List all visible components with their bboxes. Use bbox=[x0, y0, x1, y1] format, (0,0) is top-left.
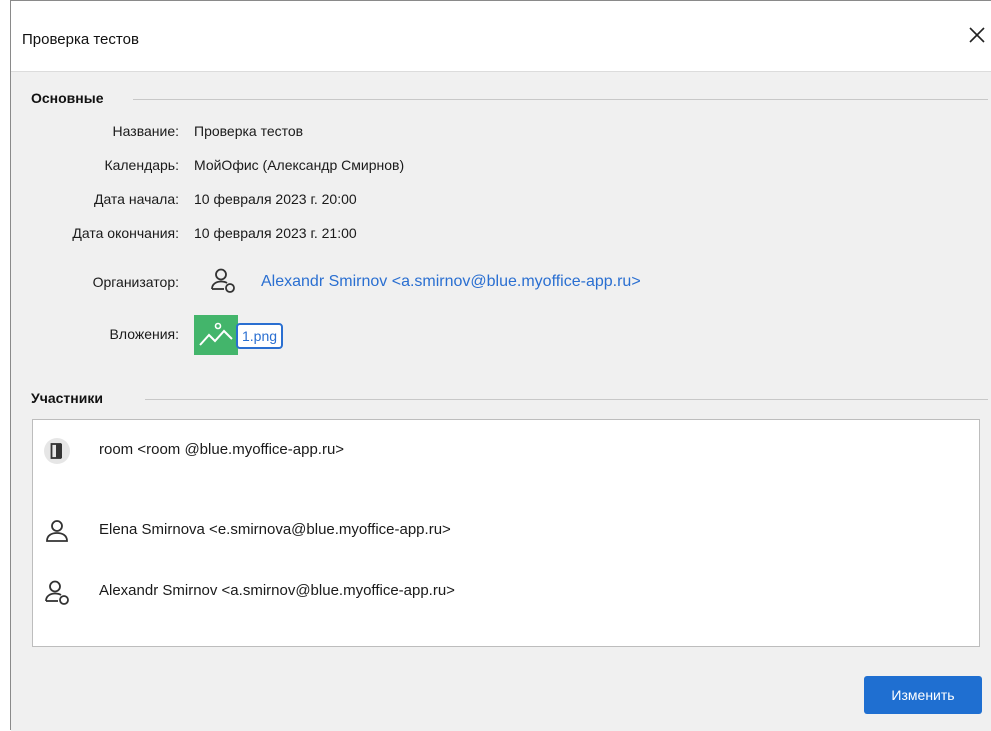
name-value: Проверка тестов bbox=[194, 123, 304, 139]
section-divider bbox=[133, 99, 988, 100]
end-date-value: 10 февраля 2023 г. 21:00 bbox=[194, 225, 357, 241]
section-main-heading: Основные bbox=[31, 90, 104, 106]
attachment-file-link[interactable]: 1.png bbox=[236, 323, 284, 349]
name-label: Название: bbox=[112, 123, 179, 139]
edit-button[interactable]: Изменить bbox=[864, 676, 982, 714]
end-date-label: Дата окончания: bbox=[72, 225, 179, 241]
organizer-icon bbox=[45, 580, 69, 605]
participant-person[interactable]: Elena Smirnova <e.smirnova@blue.myoffice… bbox=[33, 515, 979, 547]
calendar-value: МойОфис (Александр Смирнов) bbox=[194, 157, 405, 173]
image-glyph-icon bbox=[199, 322, 233, 346]
close-icon[interactable] bbox=[965, 23, 989, 47]
participant-organizer[interactable]: Alexandr Smirnov <a.smirnov@blue.myoffic… bbox=[33, 576, 979, 608]
participant-text: Alexandr Smirnov <a.smirnov@blue.myoffic… bbox=[99, 582, 455, 599]
person-icon bbox=[46, 520, 68, 542]
organizer-label: Организатор: bbox=[92, 274, 179, 290]
organizer-link[interactable]: Alexandr Smirnov <a.smirnov@blue.myoffic… bbox=[261, 273, 641, 291]
participant-text: Elena Smirnova <e.smirnova@blue.myoffice… bbox=[99, 521, 451, 538]
section-participants-heading: Участники bbox=[31, 390, 103, 406]
participant-text: room <room @blue.myoffice-app.ru> bbox=[99, 441, 345, 458]
dialog-title: Проверка тестов bbox=[22, 31, 139, 48]
calendar-label: Календарь: bbox=[104, 157, 179, 173]
organizer-icon bbox=[211, 268, 235, 293]
start-date-label: Дата начала: bbox=[93, 191, 179, 207]
section-divider bbox=[145, 399, 988, 400]
start-date-value: 10 февраля 2023 г. 20:00 bbox=[194, 191, 357, 207]
event-details-dialog: Проверка тестов Основные Название: Прове… bbox=[10, 0, 991, 731]
title-bar: Проверка тестов bbox=[11, 1, 991, 72]
attachments-label: Вложения: bbox=[109, 326, 179, 342]
dialog-body: Основные Название: Проверка тестов Кален… bbox=[11, 72, 991, 731]
participants-list: room <room @blue.myoffice-app.ru> Elena … bbox=[32, 419, 980, 647]
room-icon bbox=[44, 438, 70, 464]
participant-room[interactable]: room <room @blue.myoffice-app.ru> bbox=[33, 435, 979, 467]
image-file-icon[interactable] bbox=[194, 315, 238, 355]
